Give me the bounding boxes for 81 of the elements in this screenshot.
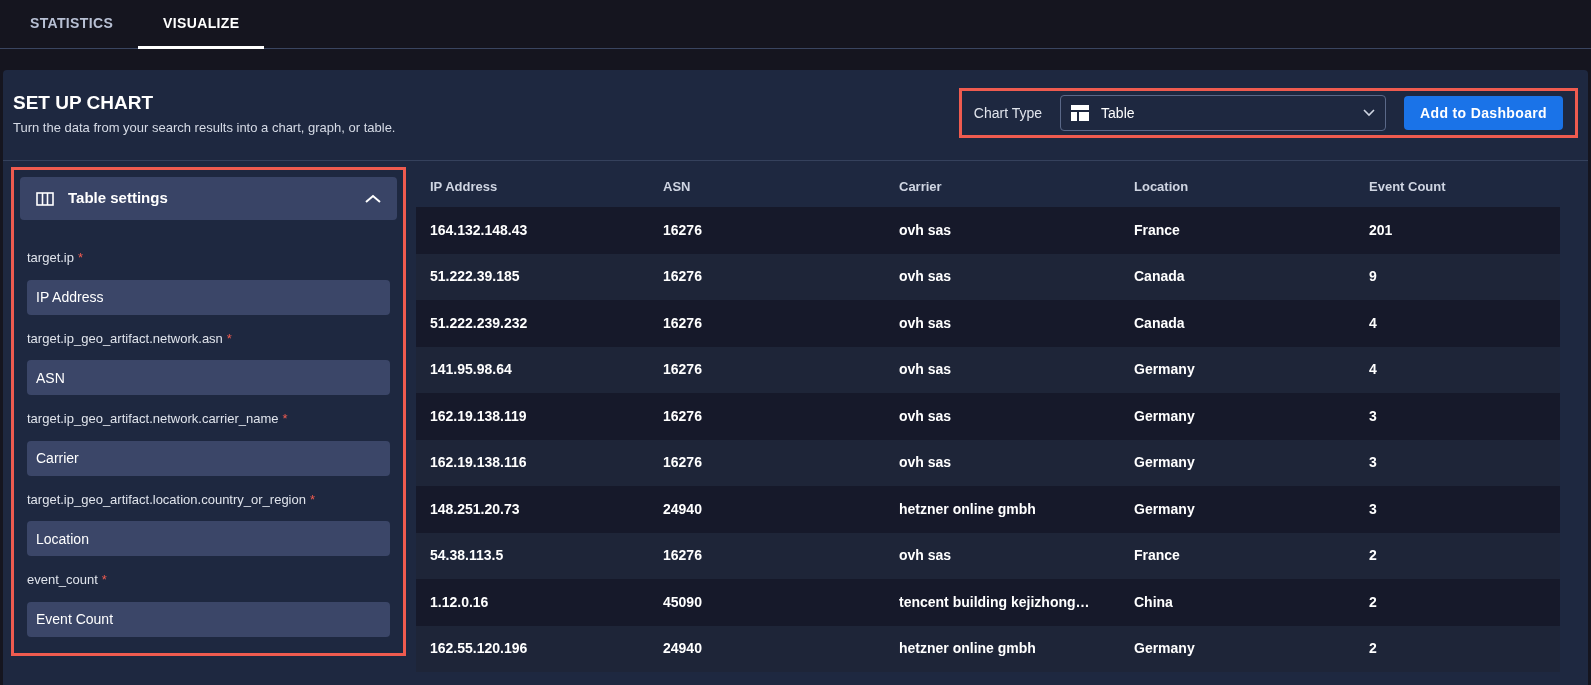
columns-icon [36, 191, 54, 206]
chart-type-label: Chart Type [973, 103, 1043, 123]
table-cell-text: 3 [1369, 499, 1378, 519]
table-cell-text: ovh sas [899, 313, 953, 333]
table-cell-text: 16276 [663, 360, 703, 380]
table-cell-text: 54.38.113.5 [430, 546, 505, 566]
table-cell-text: 2 [1369, 592, 1378, 612]
table-cell-text: 16276 [663, 220, 703, 240]
column-header: Carrier [899, 178, 943, 197]
table-cell-text: tencent building kejizhong… [899, 592, 1091, 612]
table-cell-text: 16276 [663, 453, 703, 473]
column-header: ASN [663, 178, 692, 197]
chevron-down-icon [1363, 109, 1376, 117]
table-cell-text: ovh sas [899, 267, 953, 287]
table-cell-text: 24940 [663, 639, 703, 659]
table-cell-text: 4 [1369, 313, 1378, 333]
table-cell-text: 4 [1369, 360, 1378, 380]
table-cell-text: Canada [1134, 267, 1186, 287]
table-cell-text: 9 [1369, 267, 1378, 287]
required-asterisk: * [101, 571, 107, 589]
table-cell-text: 3 [1369, 406, 1378, 426]
table-cell-text: France [1134, 546, 1181, 566]
table-cell-text: ovh sas [899, 406, 953, 426]
table-cell-text: 24940 [663, 499, 703, 519]
input-field[interactable]: ASN [27, 360, 390, 395]
required-asterisk: * [282, 410, 288, 428]
table-cell-text: 162.55.120.196 [430, 639, 529, 659]
table-cell-text: France [1134, 220, 1181, 240]
column-header: Location [1134, 178, 1190, 197]
section-subtitle: Turn the data from your search results into a chart, graph, or table. [13, 118, 396, 137]
column-header: IP Address [430, 178, 499, 197]
field-label: event_count [27, 571, 98, 589]
table-cell-text: 164.132.148.43 [430, 220, 529, 240]
table-cell-text: Germany [1134, 639, 1196, 659]
table-cell-text: ovh sas [899, 360, 953, 380]
field-label: target.ip_geo_artifact.network.asn [27, 329, 223, 348]
table-cell-text: 3 [1369, 453, 1378, 473]
table-cell-text: hetzner online gmbh [899, 639, 1037, 659]
required-asterisk: * [226, 329, 232, 348]
table-cell-text: Germany [1134, 360, 1196, 380]
table-cell-text: Canada [1134, 313, 1186, 333]
table-cell-text: 51.222.39.185 [430, 267, 521, 287]
table-cell-text: 16276 [663, 406, 703, 426]
table-cell-text: 2 [1369, 546, 1378, 566]
input-field[interactable]: Carrier [27, 440, 390, 476]
tab[interactable]: VISUALIZE [138, 0, 265, 49]
table-cell-text: 141.95.98.64 [430, 360, 513, 380]
table-cell-text: China [1134, 592, 1174, 612]
input-field[interactable]: Event Count [27, 601, 390, 637]
required-asterisk: * [309, 490, 316, 509]
field-label: target.ip [27, 249, 74, 267]
required-asterisk: * [78, 249, 84, 267]
tab[interactable]: STATISTICS [5, 0, 139, 49]
input-field[interactable]: IP Address [27, 279, 390, 315]
chart-type-dropdown[interactable]: Table [1060, 95, 1387, 131]
table-cell-text: Germany [1134, 406, 1196, 426]
table-cell-text: 45090 [663, 592, 703, 612]
table-cell-text: ovh sas [899, 220, 953, 240]
table-cell-text: 162.19.138.119 [430, 406, 528, 426]
table-cell-text: 51.222.239.232 [430, 313, 529, 333]
field-label: target.ip_geo_artifact.location.country_or_region [27, 490, 306, 509]
column-header: Event Count [1369, 178, 1447, 197]
table-cell-text: 16276 [663, 313, 703, 333]
table-cell-text: Germany [1134, 499, 1196, 519]
table-cell-text: hetzner online gmbh [899, 499, 1037, 519]
table-cell-text: ovh sas [899, 546, 953, 566]
table-cell-text: 16276 [663, 546, 703, 566]
table-cell-text: ovh sas [899, 453, 953, 473]
table-settings-accordion-header[interactable]: Table settings [20, 177, 397, 220]
table-cell-text: 2 [1369, 639, 1378, 659]
table-cell-text: 162.19.138.116 [430, 453, 528, 473]
table-cell-text: 16276 [663, 267, 703, 287]
add-to-dashboard-button[interactable]: Add to Dashboard [1404, 96, 1563, 130]
field-label: target.ip_geo_artifact.network.carrier_name [27, 410, 279, 428]
table-cell-text: Germany [1134, 453, 1196, 473]
section-title: SET UP CHART [13, 91, 155, 115]
table-cell-text: 201 [1369, 220, 1394, 240]
table-cell-text: 1.12.0.16 [430, 592, 490, 612]
table-cell-text: 148.251.20.73 [430, 499, 521, 519]
table-icon [1071, 105, 1090, 121]
input-field[interactable]: Location [27, 521, 390, 556]
